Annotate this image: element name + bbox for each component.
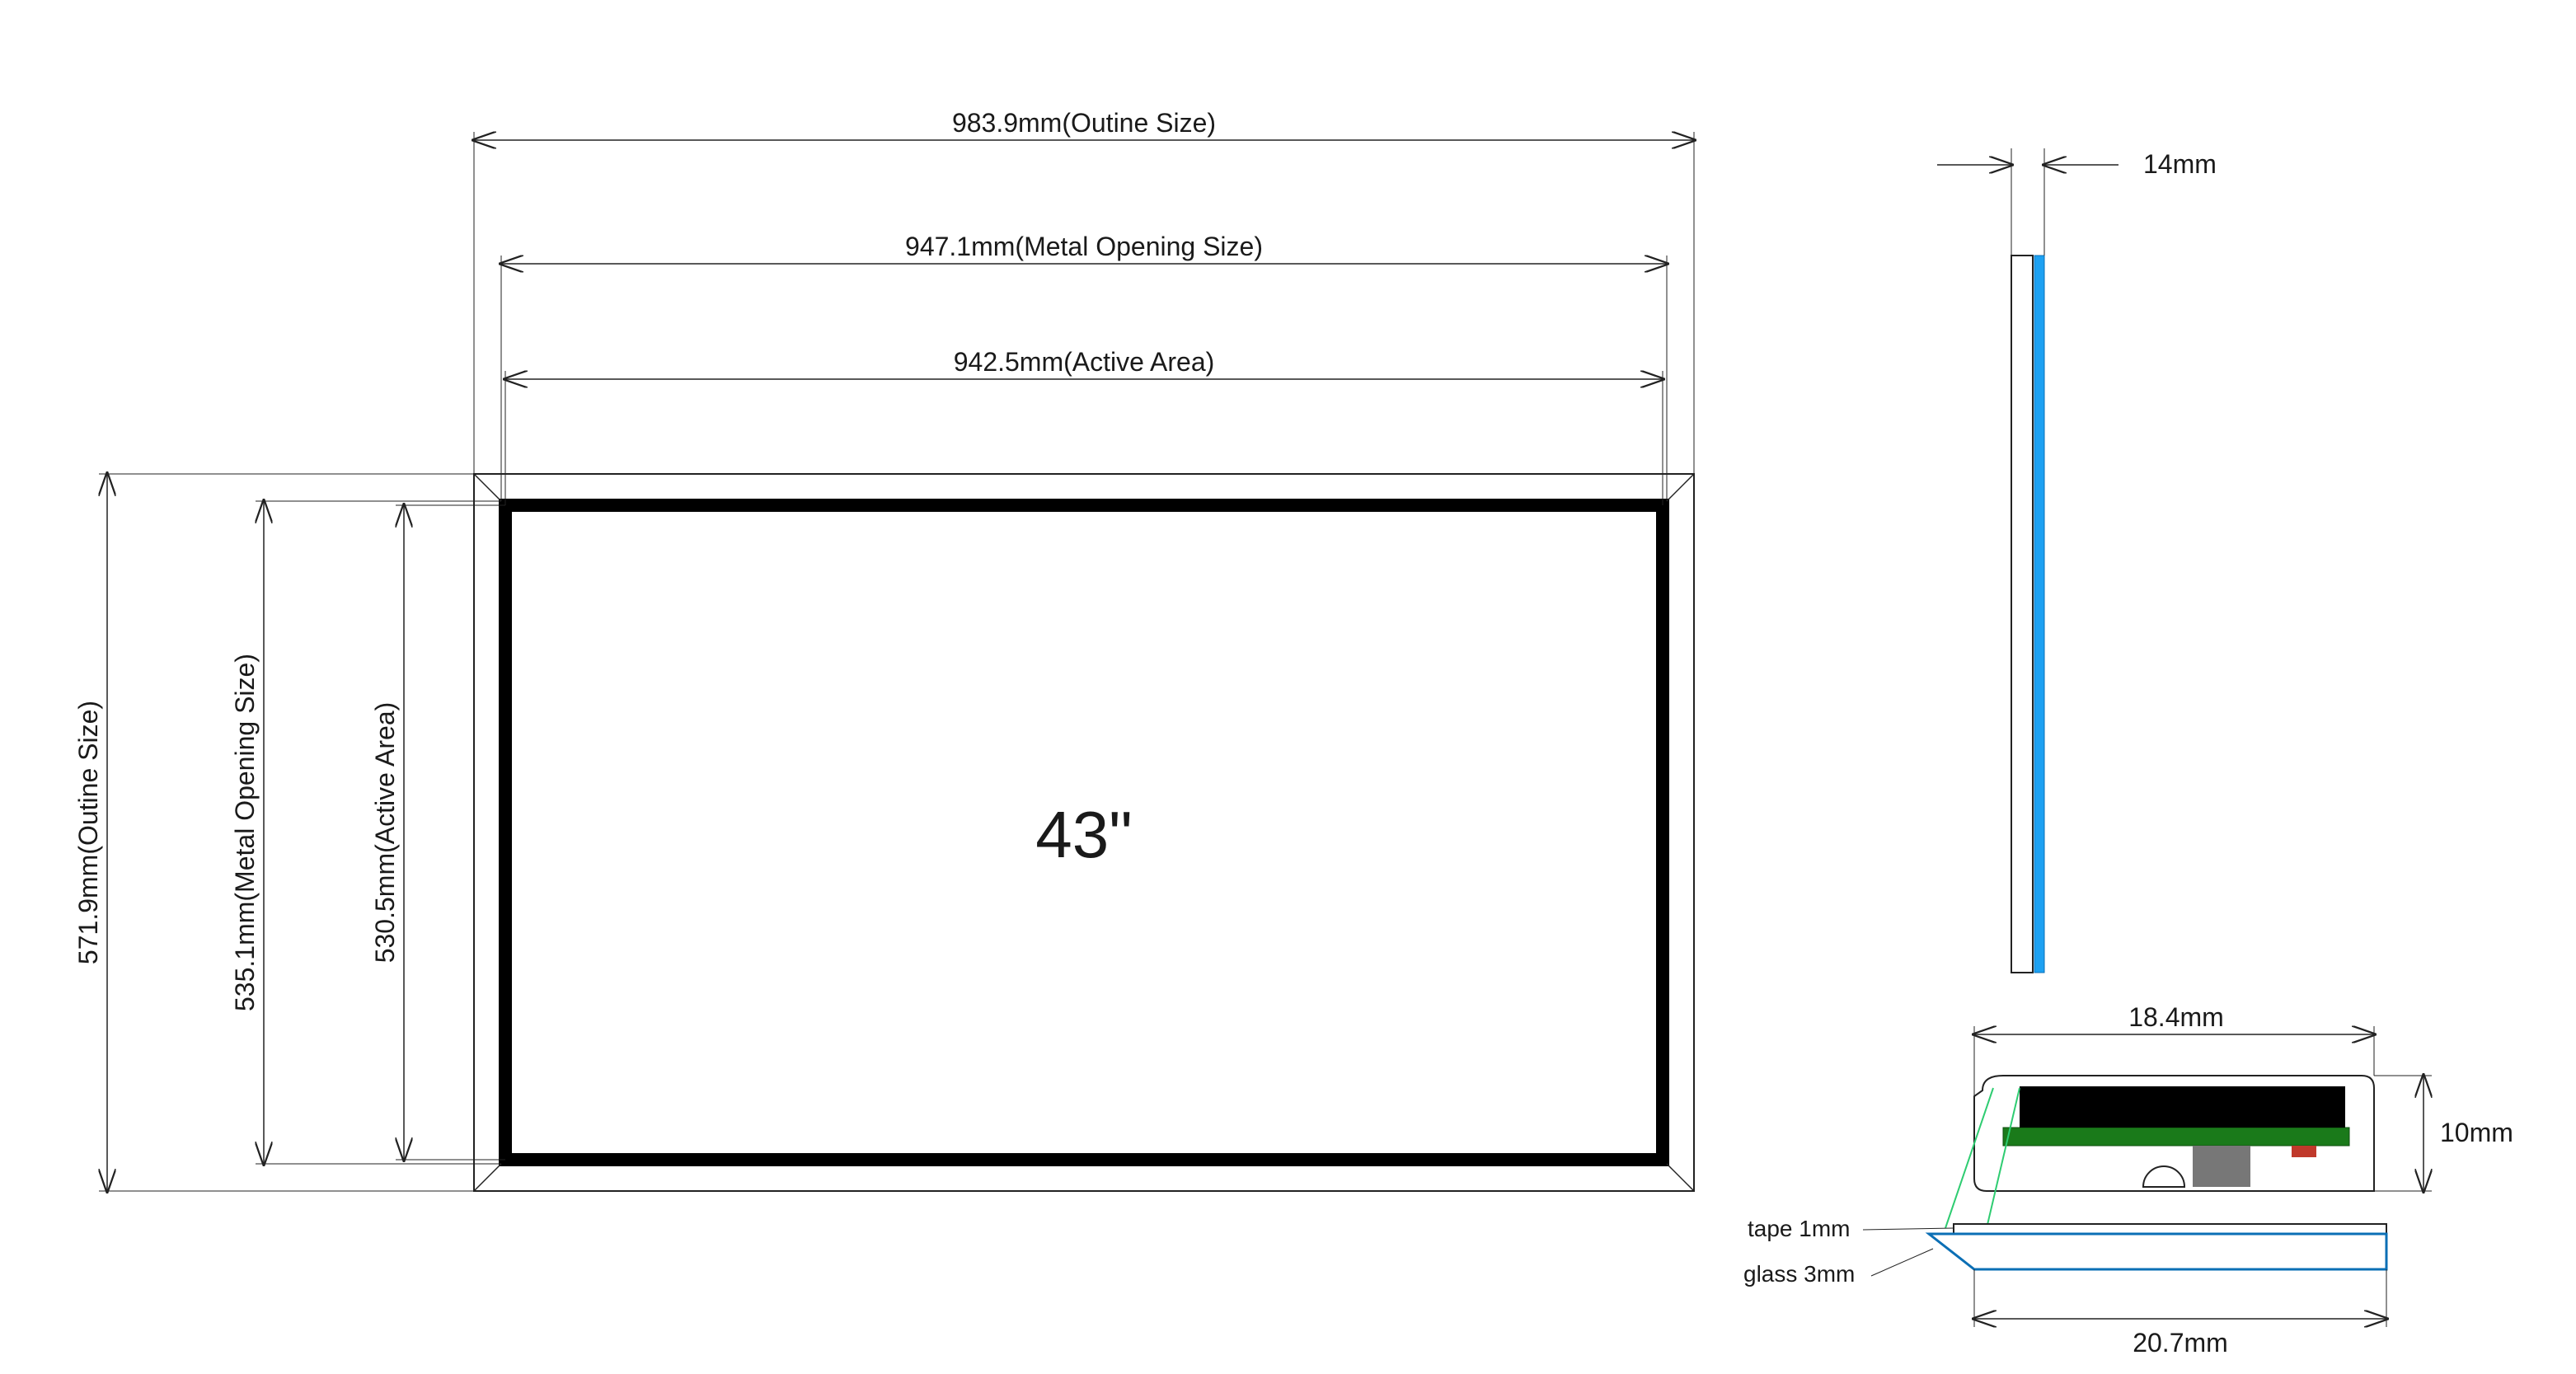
dim-width-active: 942.5mm(Active Area) — [505, 347, 1663, 505]
dim-height-outline: 571.9mm(Outine Size) — [73, 474, 474, 1191]
svg-text:14mm: 14mm — [2143, 149, 2217, 179]
front-view: 43" — [474, 474, 1694, 1191]
dim-height-opening: 535.1mm(Metal Opening Size) — [230, 501, 501, 1164]
svg-text:571.9mm(Outine Size): 571.9mm(Outine Size) — [73, 701, 103, 964]
dim-width-outline: 983.9mm(Outine Size) — [474, 108, 1694, 474]
svg-text:947.1mm(Metal Opening Size): 947.1mm(Metal Opening Size) — [905, 232, 1263, 261]
svg-text:18.4mm: 18.4mm — [2128, 1002, 2224, 1032]
svg-text:glass 3mm: glass 3mm — [1743, 1261, 1855, 1287]
dim-detail-glass: glass 3mm — [1743, 1249, 1933, 1287]
svg-text:20.7mm: 20.7mm — [2133, 1328, 2228, 1358]
dim-detail-width-bottom: 20.7mm — [1974, 1269, 2386, 1358]
diagonal-label: 43" — [1035, 798, 1132, 871]
side-view — [2011, 256, 2044, 973]
svg-text:10mm: 10mm — [2440, 1118, 2513, 1147]
svg-text:tape 1mm: tape 1mm — [1748, 1216, 1851, 1241]
svg-text:530.5mm(Active Area): 530.5mm(Active Area) — [370, 702, 400, 964]
dim-detail-height: 10mm — [2374, 1076, 2513, 1191]
dim-depth: 14mm — [1937, 148, 2217, 256]
detail-view — [1929, 1076, 2386, 1269]
dim-height-active: 530.5mm(Active Area) — [370, 505, 505, 1160]
svg-text:942.5mm(Active Area): 942.5mm(Active Area) — [954, 347, 1215, 377]
dim-detail-tape: tape 1mm — [1748, 1216, 1954, 1241]
svg-text:983.9mm(Outine Size): 983.9mm(Outine Size) — [952, 108, 1216, 138]
svg-text:535.1mm(Metal Opening Size): 535.1mm(Metal Opening Size) — [230, 654, 260, 1011]
